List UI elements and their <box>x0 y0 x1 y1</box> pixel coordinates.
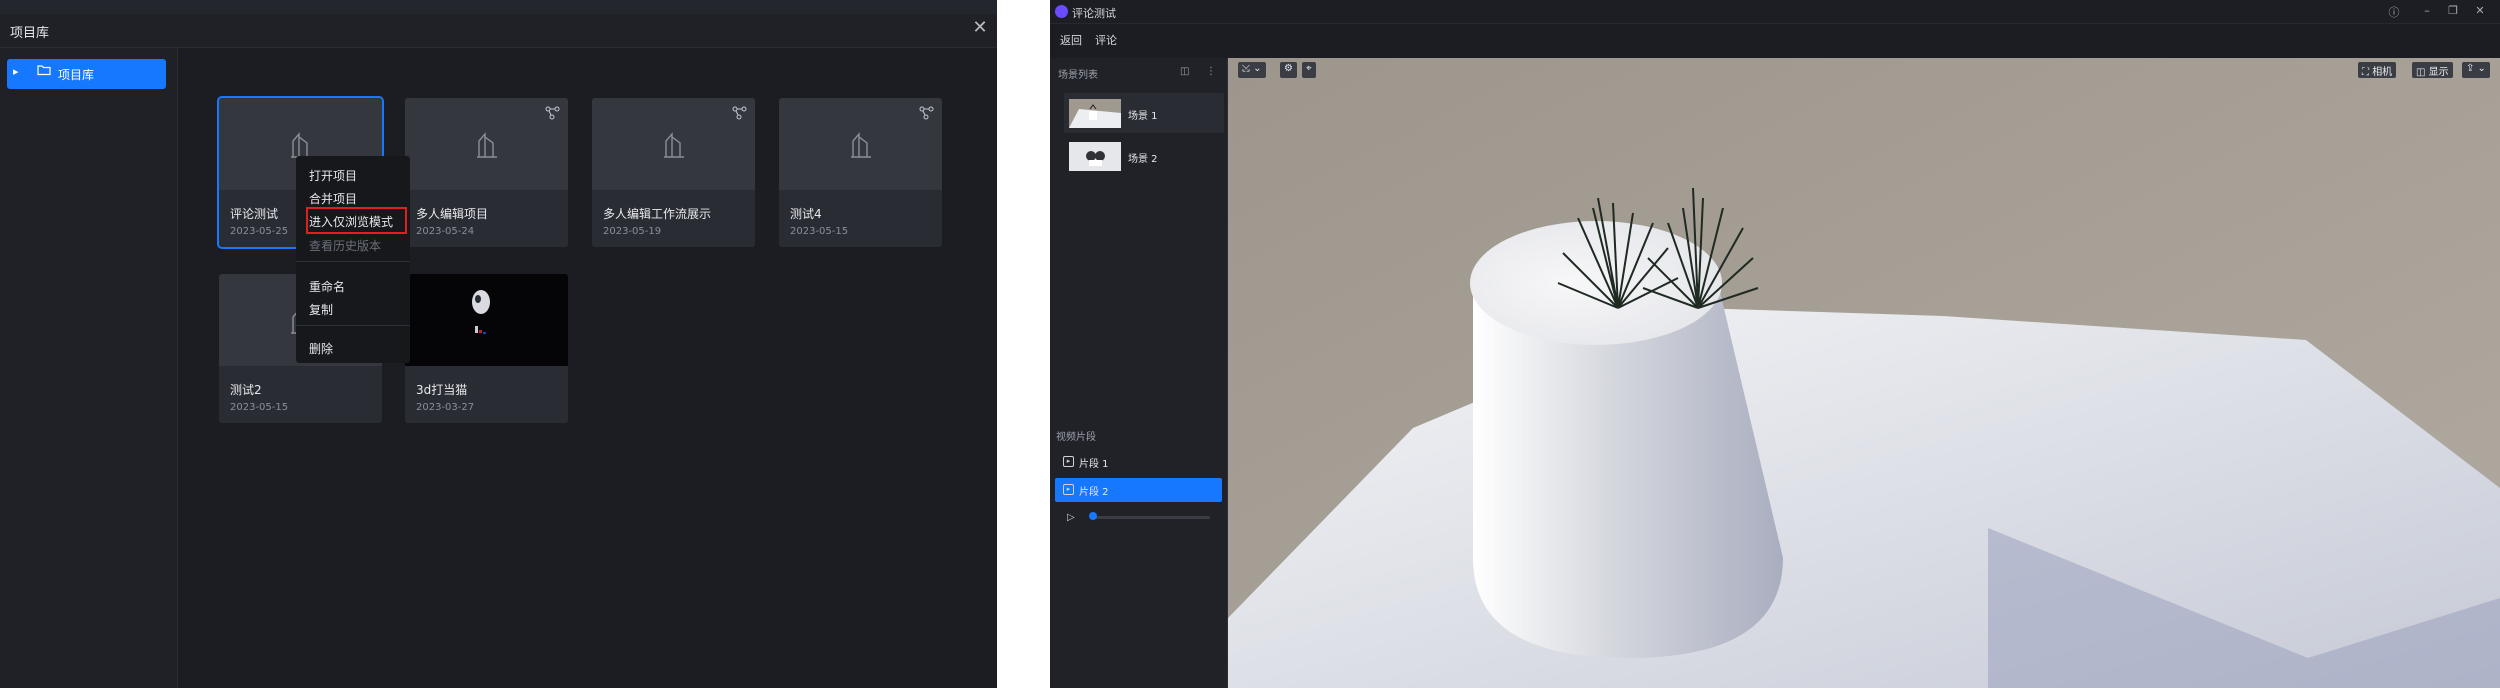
project-date: 2023-05-25 <box>230 226 289 237</box>
project-thumbnail <box>592 98 755 190</box>
menu-item-copy[interactable]: 复制 <box>309 301 333 318</box>
project-name: 评论测试 <box>230 207 279 221</box>
tree-item-label: 项目库 <box>58 68 95 82</box>
collab-icon[interactable] <box>545 106 561 120</box>
scene-label: 场景 1 <box>1128 111 1158 122</box>
close-icon[interactable]: ✕ <box>970 18 990 38</box>
project-date: 2023-03-27 <box>416 402 475 413</box>
project-library-header <box>0 14 997 48</box>
settings-icon[interactable]: ⚙ <box>1280 62 1297 78</box>
project-date: 2023-05-15 <box>790 226 849 237</box>
project-tree-sidebar <box>0 48 178 688</box>
building-placeholder-icon <box>477 132 497 158</box>
project-name: 测试2 <box>230 383 262 397</box>
project-date: 2023-05-19 <box>603 226 662 237</box>
maximize-icon[interactable]: ❐ <box>2446 4 2460 17</box>
project-card[interactable]: 多人编辑工作流展示 2023-05-19 <box>592 98 755 247</box>
project-name: 3d打当猫 <box>416 383 468 397</box>
clip-label: 片段 2 <box>1079 487 1109 498</box>
collab-icon[interactable] <box>919 106 935 120</box>
display-button[interactable]: ◫ 显示 <box>2412 62 2453 78</box>
building-placeholder-icon <box>851 132 871 158</box>
scene-list-header: 场景列表 <box>1058 70 1098 81</box>
editor-title: 评论测试 <box>1072 7 1116 20</box>
more-icon[interactable]: ⋮ <box>1206 66 1216 77</box>
building-placeholder-icon <box>291 132 311 158</box>
3d-viewport[interactable] <box>1228 58 2500 688</box>
scene-item[interactable]: 场景 1 <box>1064 93 1224 133</box>
export-dropdown[interactable]: ⇪ ⌄ <box>2462 62 2490 78</box>
timeline-handle[interactable] <box>1089 512 1097 520</box>
scene-item[interactable]: 场景 2 <box>1064 136 1224 176</box>
menu-item-delete[interactable]: 删除 <box>309 340 333 357</box>
menu-back[interactable]: 返回 <box>1060 32 1082 48</box>
help-icon[interactable]: ⓘ <box>2387 4 2401 20</box>
editor-menubar <box>1050 24 2500 50</box>
minimize-icon[interactable]: – <box>2420 4 2434 17</box>
cat-render-image <box>472 290 490 334</box>
project-library-title: 项目库 <box>10 26 50 41</box>
project-name: 测试4 <box>790 207 822 221</box>
scene-thumbnail <box>1069 99 1121 128</box>
project-thumbnail <box>405 98 568 190</box>
project-card[interactable]: 测试4 2023-05-15 <box>779 98 942 247</box>
menu-divider <box>296 325 410 326</box>
menu-divider <box>296 261 410 262</box>
project-date: 2023-05-15 <box>230 402 289 413</box>
scene-thumbnail <box>1069 142 1121 171</box>
app-logo-icon <box>1055 5 1068 18</box>
clip-item[interactable]: ▸ 片段 1 <box>1055 450 1222 474</box>
project-card[interactable]: 多人编辑项目 2023-05-24 <box>405 98 568 247</box>
project-name: 多人编辑工作流展示 <box>603 207 712 221</box>
menu-comments[interactable]: 评论 <box>1095 32 1117 48</box>
collab-icon[interactable] <box>732 106 748 120</box>
camera-button[interactable]: ⛶ 相机 <box>2358 62 2397 78</box>
measure-icon[interactable]: ⌖ <box>1302 62 1316 78</box>
app-top-strip <box>0 0 997 14</box>
transform-dropdown[interactable]: ⤩ ⌄ <box>1238 62 1266 78</box>
timeline-track[interactable] <box>1092 516 1210 519</box>
clip-icon: ▸ <box>1063 484 1074 495</box>
project-date: 2023-05-24 <box>416 226 475 237</box>
project-thumbnail <box>405 274 568 366</box>
play-icon[interactable]: ▷ <box>1067 512 1075 523</box>
camera-label: 相机 <box>2372 67 2393 78</box>
project-context-menu: 打开项目 合并项目 进入仅浏览模式 查看历史版本 重命名 复制 删除 <box>296 156 410 363</box>
clip-label: 片段 1 <box>1079 459 1109 470</box>
menu-item-open-project[interactable]: 打开项目 <box>309 167 357 184</box>
building-placeholder-icon <box>664 132 684 158</box>
clip-icon: ▸ <box>1063 456 1074 467</box>
editor-titlebar <box>1050 0 2500 24</box>
display-label: 显示 <box>2428 67 2449 78</box>
clip-item[interactable]: ▸ 片段 2 <box>1055 478 1222 502</box>
menu-item-view-history: 查看历史版本 <box>309 239 382 253</box>
project-name: 多人编辑项目 <box>416 207 489 221</box>
clips-header: 视频片段 <box>1056 432 1096 443</box>
caret-right-icon[interactable]: ▸ <box>13 65 19 78</box>
layout-icon[interactable]: ◫ <box>1180 66 1189 77</box>
highlight-box <box>306 207 407 234</box>
folder-icon <box>37 64 51 80</box>
menu-item-merge-project[interactable]: 合并项目 <box>309 190 357 207</box>
scene-render <box>1228 58 2500 688</box>
menu-item-rename[interactable]: 重命名 <box>309 278 345 295</box>
project-card[interactable]: 3d打当猫 2023-03-27 <box>405 274 568 423</box>
project-thumbnail <box>779 98 942 190</box>
close-icon[interactable]: ✕ <box>2473 4 2487 17</box>
scene-label: 场景 2 <box>1128 154 1158 165</box>
